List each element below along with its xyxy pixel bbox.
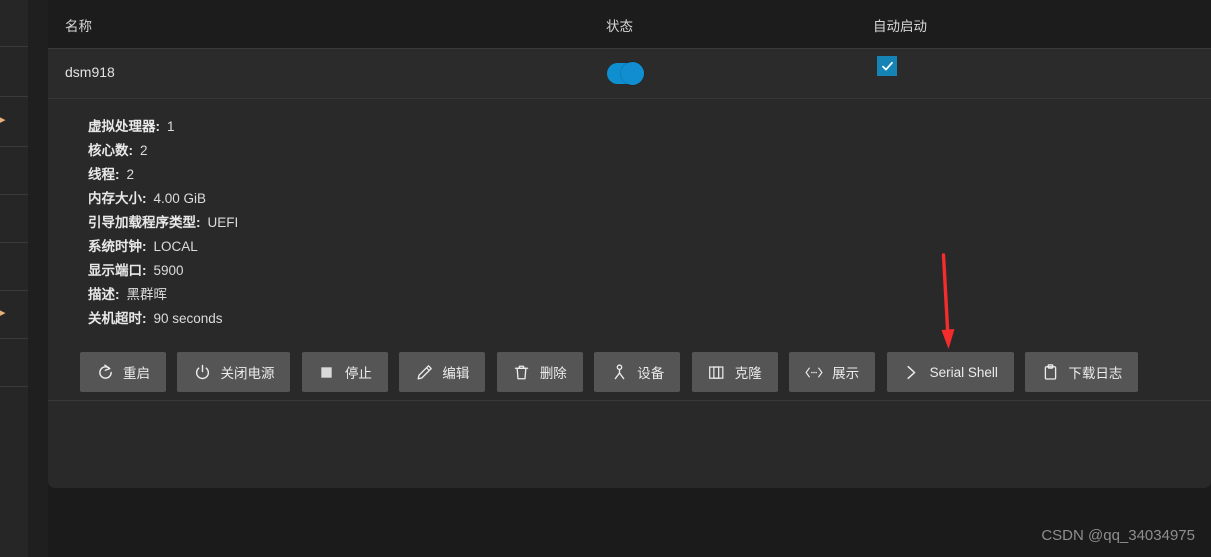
column-header-autostart: 自动启动 [873, 19, 927, 34]
detail-label: 核心数: [88, 143, 133, 158]
detail-label: 描述: [88, 287, 120, 302]
detail-label: 关机超时: [88, 311, 147, 326]
detail-label: 引导加载程序类型: [88, 215, 201, 230]
clone-button[interactable]: 克隆 [691, 352, 778, 392]
panel-footer [48, 400, 1211, 488]
clipboard-icon [1041, 363, 1059, 381]
device-icon [610, 363, 628, 381]
detail-value: 2 [140, 143, 148, 158]
rail-item[interactable] [0, 146, 28, 195]
detail-row: 线程: 2 [88, 163, 1211, 187]
clone-icon [708, 363, 726, 381]
detail-row: 内存大小: 4.00 GiB [88, 187, 1211, 211]
button-label: 关闭电源 [220, 366, 275, 381]
code-icon [805, 363, 823, 381]
table-row[interactable]: dsm918 [48, 49, 1211, 99]
sidebar-gutter [28, 0, 48, 557]
button-label: 下载日志 [1068, 366, 1123, 381]
devices-button[interactable]: 设备 [594, 352, 681, 392]
table-header: 名称 状态 自动启动 [48, 0, 1211, 49]
detail-row: 关机超时: 90 seconds [88, 307, 1211, 331]
rail-item[interactable] [0, 0, 28, 47]
button-label: 重启 [123, 366, 150, 381]
vm-detail-list: 虚拟处理器: 1 核心数: 2 线程: 2 内存大小: 4.00 GiB 引导加载程序类… [48, 99, 1211, 335]
button-label: 克隆 [734, 366, 762, 381]
detail-label: 显示端口: [88, 263, 147, 278]
detail-label: 内存大小: [88, 191, 147, 206]
column-header-state: 状态 [606, 19, 633, 34]
rail-item[interactable] [0, 242, 28, 291]
vm-name: dsm918 [65, 64, 115, 80]
serial-shell-button[interactable]: Serial Shell [886, 352, 1014, 392]
rail-item[interactable] [0, 194, 28, 243]
left-sidebar-rail: ▸ ▸ [0, 0, 28, 557]
detail-row: 显示端口: 5900 [88, 259, 1211, 283]
chevron-right-icon [903, 363, 921, 381]
detail-label: 系统时钟: [88, 239, 147, 254]
detail-label: 虚拟处理器: [88, 119, 160, 134]
button-label: 编辑 [442, 366, 470, 381]
trash-icon [513, 363, 531, 381]
detail-value: 黑群晖 [126, 287, 168, 302]
button-label: 删除 [539, 366, 567, 381]
button-label: 设备 [637, 366, 665, 381]
detail-row: 系统时钟: LOCAL [88, 235, 1211, 259]
vm-state-toggle[interactable] [607, 62, 644, 85]
pencil-icon [415, 363, 433, 381]
detail-label: 线程: [88, 167, 120, 182]
detail-row: 描述: 黑群晖 [88, 283, 1211, 307]
column-header-name: 名称 [65, 19, 92, 34]
edit-button[interactable]: 编辑 [399, 352, 486, 392]
rail-item[interactable]: ▸ [0, 290, 28, 339]
stop-button[interactable]: 停止 [301, 352, 388, 392]
chevron-right-icon: ▸ [0, 114, 6, 126]
detail-value: 5900 [153, 263, 184, 278]
stop-icon [318, 363, 336, 381]
show-button[interactable]: 展示 [789, 352, 876, 392]
rail-item[interactable]: ▸ [0, 96, 28, 147]
detail-value: UEFI [207, 215, 239, 230]
restart-button[interactable]: 重启 [80, 352, 166, 392]
rail-item[interactable] [0, 338, 28, 387]
detail-value: LOCAL [153, 239, 198, 254]
delete-button[interactable]: 删除 [496, 352, 583, 392]
download-log-button[interactable]: 下载日志 [1025, 352, 1139, 392]
autostart-checkbox[interactable] [877, 56, 897, 76]
button-label: Serial Shell [929, 364, 998, 380]
detail-row: 核心数: 2 [88, 139, 1211, 163]
button-label: 展示 [832, 366, 860, 381]
power-off-icon [193, 363, 211, 381]
detail-value: 4.00 GiB [153, 191, 207, 206]
detail-row: 引导加载程序类型: UEFI [88, 211, 1211, 235]
detail-row: 虚拟处理器: 1 [88, 115, 1211, 139]
detail-value: 90 seconds [153, 311, 223, 326]
watermark: CSDN @qq_34034975 [1041, 527, 1195, 544]
chevron-right-icon: ▸ [0, 307, 6, 319]
vm-action-toolbar: 重启 关闭电源 停止 编辑 删除 设备 克隆 展示 Serial Shell 下… [48, 352, 1211, 400]
detail-value: 1 [167, 119, 175, 134]
restart-icon [96, 363, 114, 381]
button-label: 停止 [344, 366, 372, 381]
rail-item[interactable] [0, 46, 28, 97]
toggle-knob [621, 62, 644, 85]
vm-list-panel: 名称 状态 自动启动 dsm918 虚拟处理器: 1 核心数: 2 线程: 2 内存大… [48, 0, 1211, 488]
power-off-button[interactable]: 关闭电源 [177, 352, 291, 392]
detail-value: 2 [126, 167, 135, 182]
